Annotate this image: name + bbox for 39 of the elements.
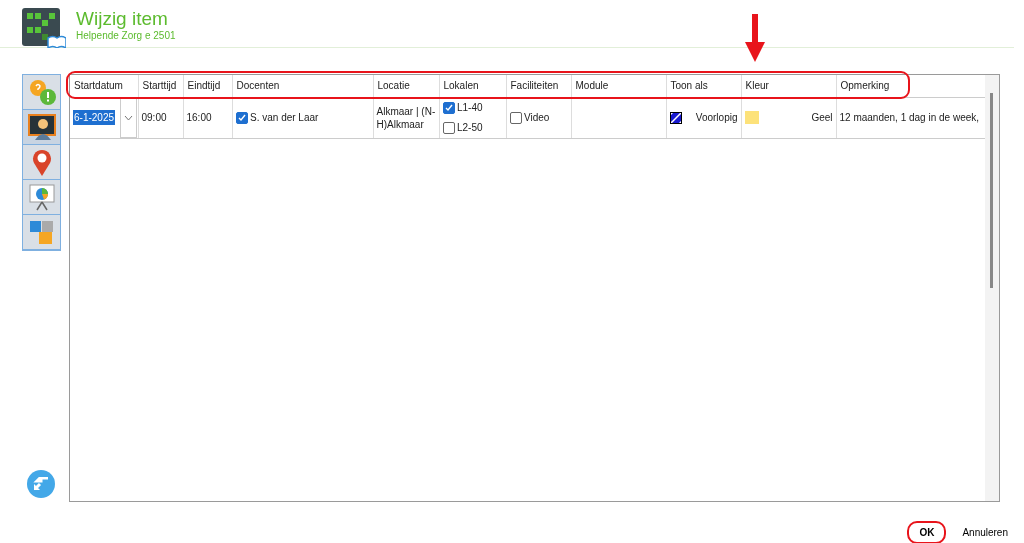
- checkbox[interactable]: [442, 101, 455, 114]
- hatched-swatch-icon: [669, 111, 682, 124]
- room-label: L1-40: [457, 101, 483, 115]
- color-name: Geel: [811, 111, 833, 125]
- presentation-icon: [26, 182, 57, 212]
- date-value[interactable]: 6-1-2025: [73, 110, 116, 125]
- cancel-button[interactable]: Annuleren: [954, 523, 1016, 542]
- chevron-down-icon: [123, 114, 133, 121]
- display-mode-text: Voorlopig: [695, 111, 738, 125]
- checkbox[interactable]: [442, 121, 455, 134]
- window-title: Wijzig item: [76, 8, 169, 30]
- column-header[interactable]: Startdatum: [70, 75, 138, 97]
- location-text: Alkmaar | (N-H)Alkmaar: [376, 104, 436, 131]
- sidebar-button[interactable]: [23, 110, 60, 145]
- checkbox[interactable]: [509, 111, 522, 124]
- facility-label: Video: [524, 111, 550, 125]
- column-header[interactable]: Starttijd: [138, 75, 183, 97]
- scrollbar[interactable]: [985, 75, 999, 501]
- table-cell: 16:00: [183, 97, 232, 138]
- column-header[interactable]: Kleur: [741, 75, 836, 97]
- column-header[interactable]: Eindtijd: [183, 75, 232, 97]
- table-cell: 09:00: [138, 97, 183, 138]
- annotation-arrow: [745, 14, 765, 64]
- back-button[interactable]: [27, 470, 55, 498]
- column-header[interactable]: Module: [571, 75, 666, 97]
- app-logo-icon: [22, 8, 66, 48]
- room-label: L2-50: [457, 121, 483, 135]
- back-arrow-icon: [33, 477, 49, 491]
- ok-button[interactable]: OK: [907, 521, 947, 543]
- window-subtitle: Helpende Zorg e 2501: [76, 30, 176, 42]
- column-header[interactable]: Toon als: [666, 75, 741, 97]
- teacher-name: S. van der Laar: [250, 111, 319, 125]
- teacher-icon: [26, 112, 57, 142]
- column-header[interactable]: Faciliteiten: [506, 75, 571, 97]
- column-header[interactable]: Locatie: [373, 75, 439, 97]
- column-header[interactable]: Lokalen: [439, 75, 506, 97]
- checkbox[interactable]: [235, 111, 248, 124]
- dropdown-button[interactable]: [119, 97, 137, 138]
- column-header[interactable]: Docenten: [232, 75, 373, 97]
